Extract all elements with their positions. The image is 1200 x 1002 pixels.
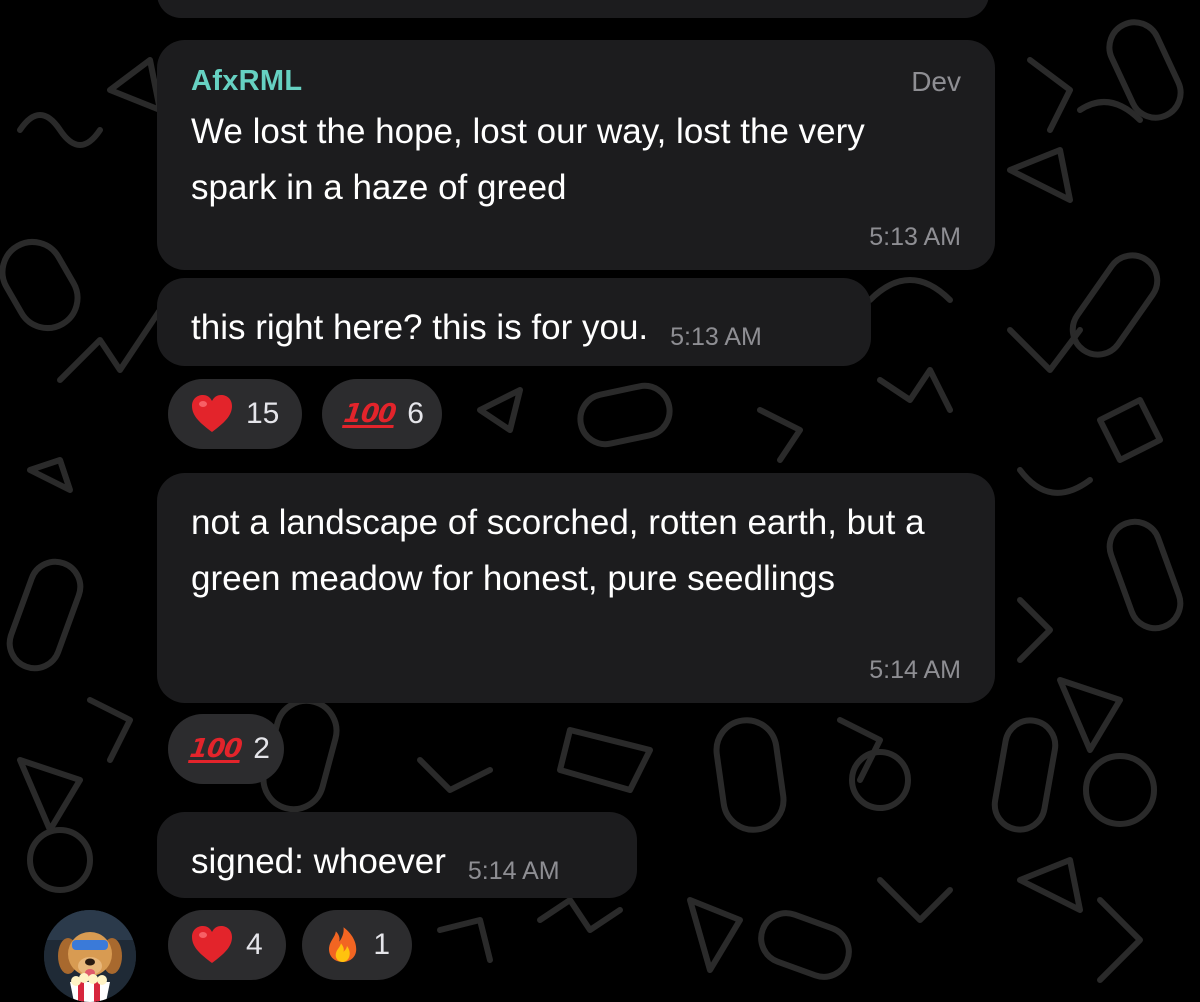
reaction-count: 1 xyxy=(373,928,390,961)
dog-with-popcorn-avatar-icon xyxy=(44,910,136,1002)
heart-icon xyxy=(192,395,232,432)
reaction-fire[interactable]: 1 xyxy=(302,910,412,980)
message-bubble[interactable]: this right here? this is for you. 5:13 AM xyxy=(157,278,871,366)
previous-message-bubble[interactable] xyxy=(157,0,989,18)
reaction-count: 6 xyxy=(407,397,424,430)
message-text: not a landscape of scorched, rotten eart… xyxy=(191,503,925,598)
hundred-points-icon: 100 xyxy=(187,734,244,764)
message-timestamp: 5:14 AM xyxy=(467,857,560,885)
message-text: signed: whoever xyxy=(191,842,446,881)
sender-avatar[interactable] xyxy=(44,910,136,1002)
reaction-hundred[interactable]: 100 2 xyxy=(168,714,284,784)
message-bubble[interactable]: AfxRML Dev We lost the hope, lost our wa… xyxy=(157,40,995,270)
reaction-count: 15 xyxy=(246,397,280,430)
reaction-count: 4 xyxy=(246,928,263,961)
sender-name[interactable]: AfxRML xyxy=(191,64,961,98)
message-timestamp: 5:13 AM xyxy=(670,323,762,351)
message-bubble[interactable]: not a landscape of scorched, rotten eart… xyxy=(157,473,995,703)
reaction-hundred[interactable]: 100 6 xyxy=(322,379,442,449)
reaction-heart[interactable]: 15 xyxy=(168,379,302,449)
heart-icon xyxy=(192,926,232,963)
reaction-count: 2 xyxy=(253,732,270,765)
reaction-heart[interactable]: 4 xyxy=(168,910,286,980)
message-bubble[interactable]: signed: whoever 5:14 AM xyxy=(157,812,637,898)
message-text: We lost the hope, lost our way, lost the… xyxy=(191,112,865,207)
message-text: this right here? this is for you. xyxy=(191,308,649,347)
message-timestamp: 5:13 AM xyxy=(869,223,961,251)
message-timestamp: 5:14 AM xyxy=(869,656,961,684)
hundred-points-icon: 100 xyxy=(341,399,398,429)
fire-icon xyxy=(328,927,357,962)
admin-title-badge: Dev xyxy=(911,66,961,97)
